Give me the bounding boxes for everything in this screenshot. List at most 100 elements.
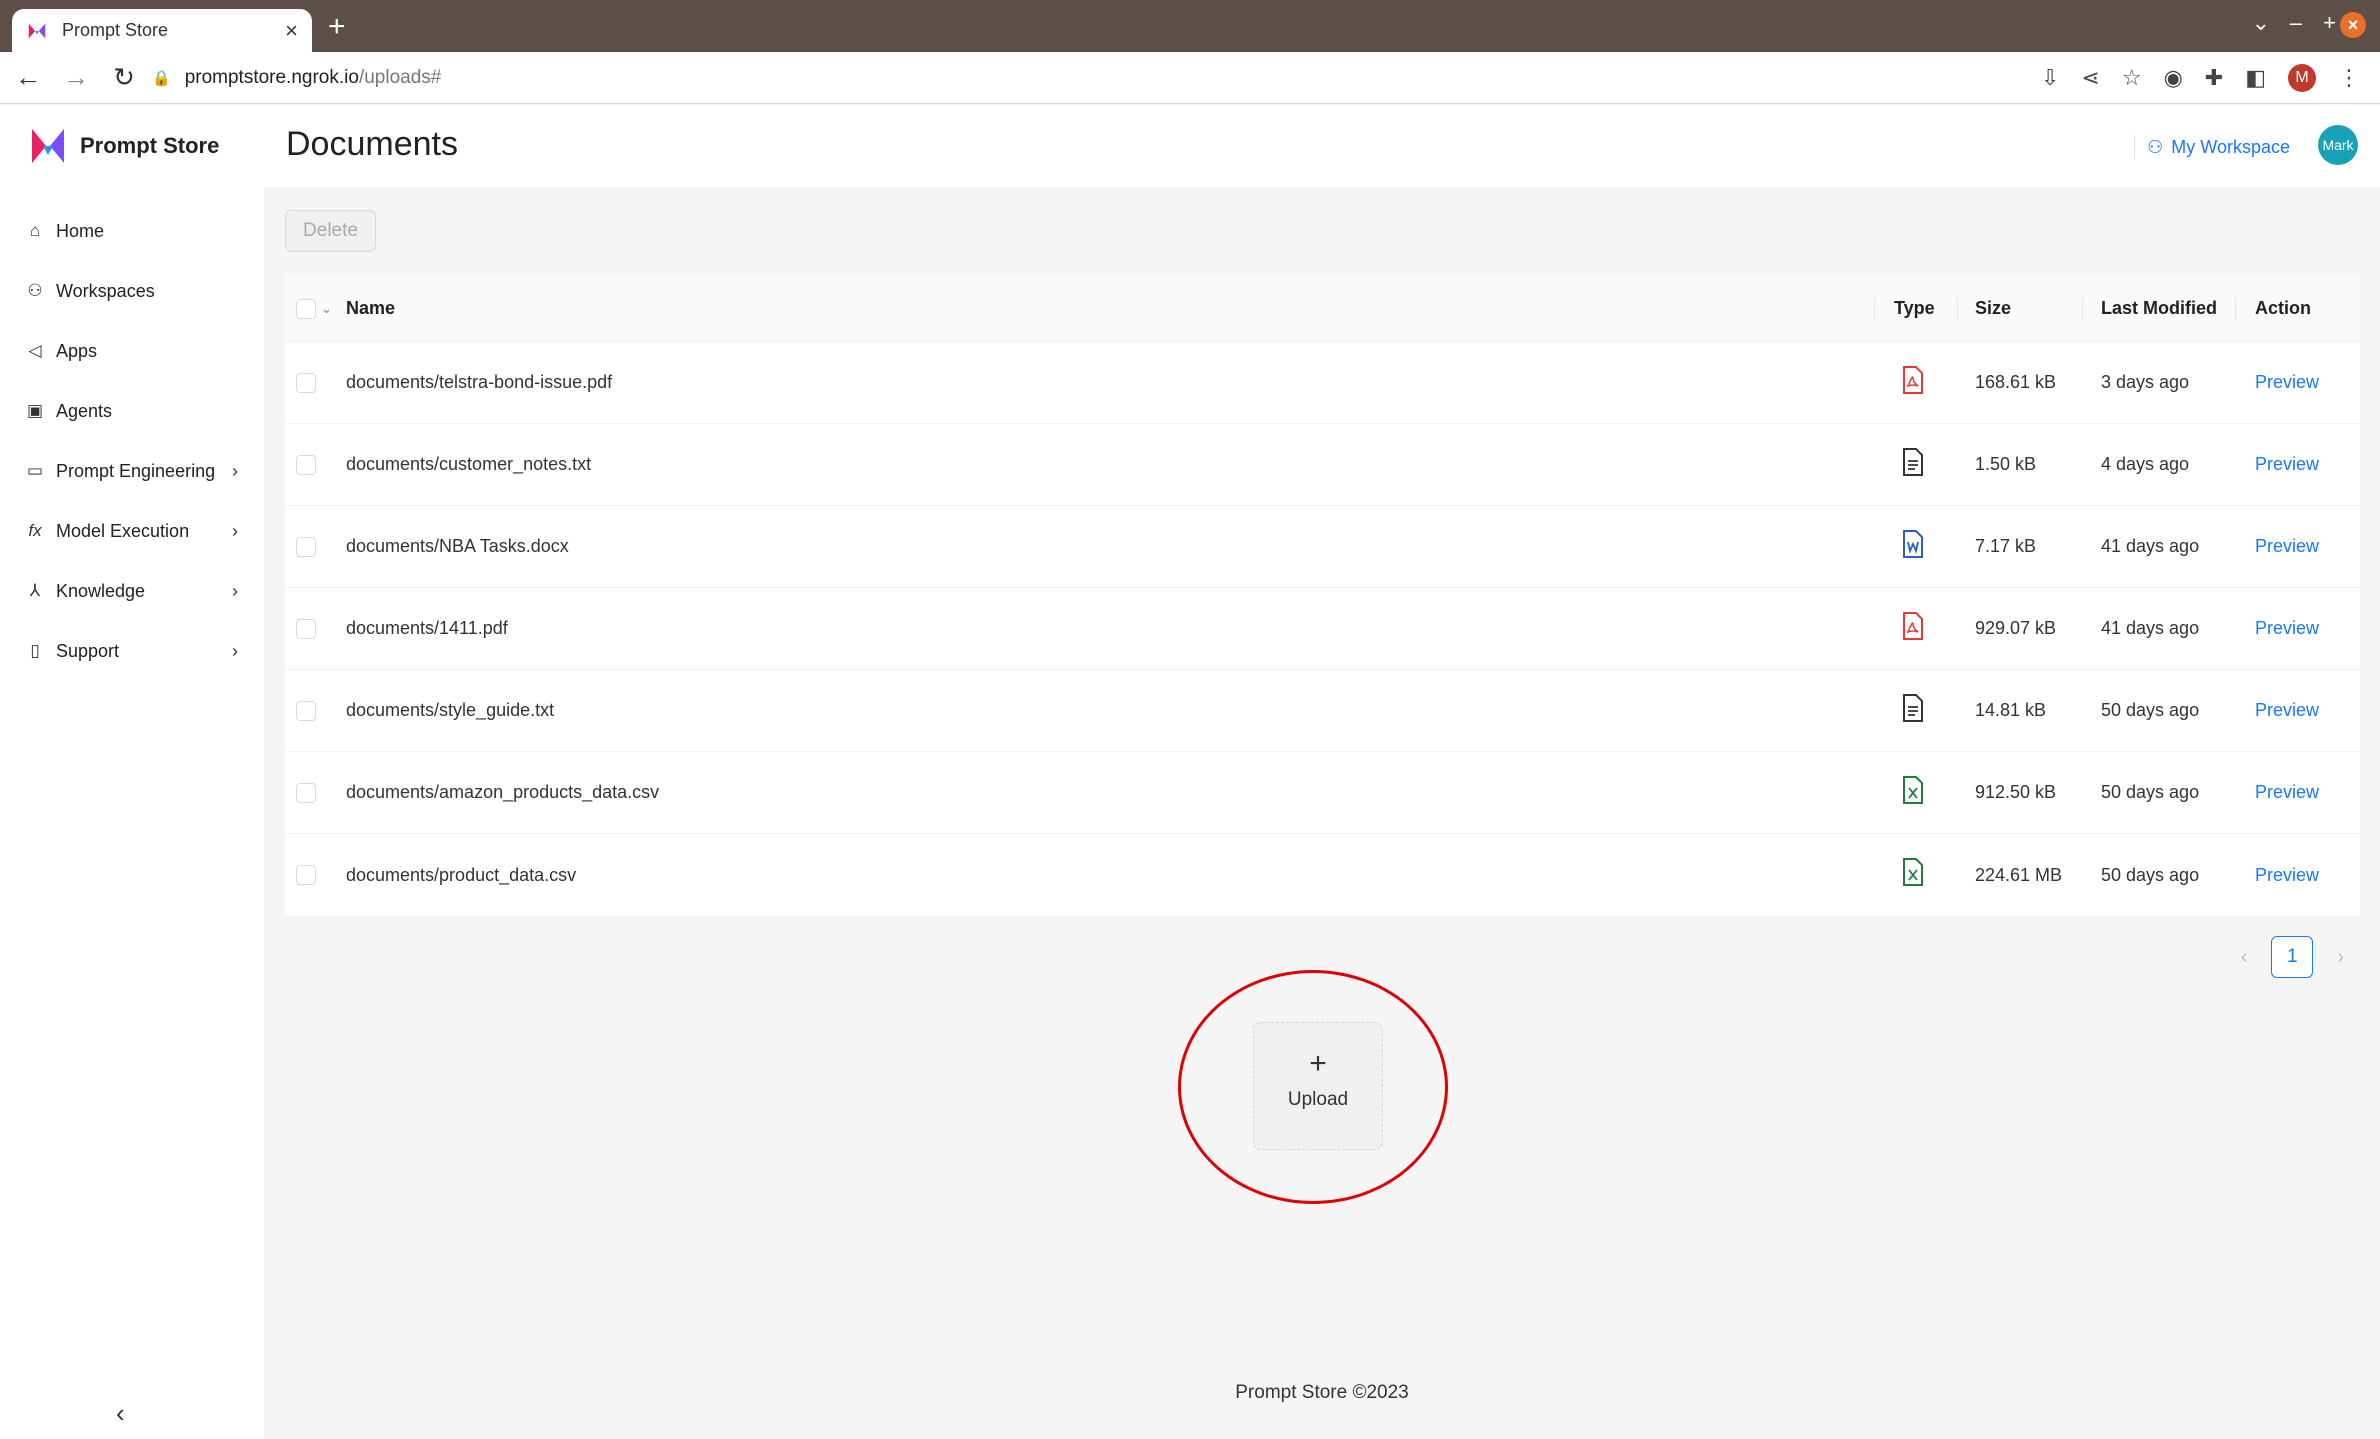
brand[interactable]: Prompt Store [30,125,219,167]
page-number-button[interactable]: 1 [2271,936,2314,978]
chevron-right-icon: › [232,640,238,661]
prompt-store-favicon-icon [28,23,46,38]
sidebar-item-label: Workspaces [56,280,155,301]
delete-button[interactable]: Delete [285,210,376,252]
column-header-name[interactable]: Name [346,298,395,319]
table-row: documents/product_data.csv 224.61 MB 50 … [285,834,2360,916]
next-page-icon[interactable]: › [2337,946,2344,969]
forward-icon[interactable]: → [56,62,96,93]
sidebar-item-label: Home [56,220,105,241]
file-modified: 4 days ago [2101,454,2190,474]
excel-file-icon [1903,858,1923,886]
sidebar-item-label: Agents [56,400,113,421]
preview-link[interactable]: Preview [2255,865,2319,886]
table-header-row: ⌄ Name Type Size Last Modified Action [285,276,2360,342]
sidebar-item-label: Knowledge [56,580,146,601]
table-row: documents/NBA Tasks.docx 7.17 kB 41 days… [285,506,2360,588]
address-bar[interactable]: 🔒 promptstore.ngrok.io/uploads# [138,60,1988,96]
tab-search-icon[interactable]: ⌄ [2252,10,2270,36]
sidebar-item-knowledge[interactable]: ⅄ Knowledge › [0,561,264,621]
prompt-store-logo-icon [32,129,64,163]
file-modified: 41 days ago [2101,618,2200,638]
file-modified: 41 days ago [2101,536,2200,556]
row-checkbox[interactable] [296,865,316,885]
table-row: documents/telstra-bond-issue.pdf 168.61 … [285,342,2360,424]
file-name: documents/style_guide.txt [346,700,555,720]
preview-link[interactable]: Preview [2255,454,2319,475]
preview-link[interactable]: Preview [2255,372,2319,393]
word-file-icon [1903,530,1923,558]
tab-close-icon[interactable]: × [285,18,298,44]
row-checkbox[interactable] [296,618,316,639]
workspace-selector[interactable]: ⚇ My Workspace [2134,135,2290,159]
chevron-right-icon: › [232,580,238,601]
bookmark-star-icon[interactable]: ☆ [2122,65,2142,91]
brand-name: Prompt Store [80,133,220,158]
file-modified: 50 days ago [2101,864,2200,885]
puzzle-icon[interactable]: ✚ [2205,65,2223,91]
share-icon[interactable]: ⋖ [2081,65,2099,91]
table-row: documents/1411.pdf 929.07 kB 41 days ago… [285,588,2360,670]
row-checkbox[interactable] [296,536,316,557]
sidebar-item-agents[interactable]: ▣ Agents [0,381,264,441]
book-icon: ▯ [30,641,40,660]
url-path: /uploads# [358,67,442,88]
sidebar-item-apps[interactable]: ◁ Apps [0,321,264,381]
row-checkbox[interactable] [296,454,316,475]
menu-kebab-icon[interactable]: ⋮ [2338,65,2360,91]
sidebar-item-model-execution[interactable]: fx Model Execution › [0,501,264,561]
sidebar-item-label: Prompt Engineering [56,460,216,481]
pagination: ‹ 1 › [2241,936,2344,978]
minimize-icon[interactable]: – [2290,10,2302,36]
new-tab-icon[interactable]: + [328,12,346,42]
row-checkbox[interactable] [296,700,316,721]
file-size: 929.07 kB [1975,618,2057,638]
chevron-right-icon: › [232,520,238,541]
preview-link[interactable]: Preview [2255,536,2319,557]
row-checkbox[interactable] [296,782,316,803]
user-avatar[interactable]: Mark [2318,125,2358,165]
column-header-type[interactable]: Type [1894,298,1935,319]
agents-icon: ▣ [26,401,44,420]
preview-link[interactable]: Preview [2255,700,2319,721]
back-icon[interactable]: ← [8,62,48,93]
network-icon: ⅄ [29,581,41,600]
excel-file-icon [1903,776,1923,804]
function-icon: fx [28,521,42,540]
column-divider [1874,298,1875,320]
sidebar-item-label: Support [56,640,120,661]
window-close-icon[interactable]: × [2340,12,2366,38]
page-title: Documents [286,125,458,163]
side-panel-icon[interactable]: ◧ [2245,65,2266,91]
column-divider [2082,298,2083,320]
preview-link[interactable]: Preview [2255,618,2319,639]
prev-page-icon[interactable]: ‹ [2241,946,2248,969]
sidebar-item-workspaces[interactable]: ⚇ Workspaces [0,261,264,321]
file-name: documents/telstra-bond-issue.pdf [346,372,613,392]
select-all-checkbox[interactable] [296,298,316,319]
table-row: documents/amazon_products_data.csv 912.5… [285,752,2360,834]
sidebar-item-prompt-engineering[interactable]: ▭ Prompt Engineering › [0,441,264,501]
browser-tab[interactable]: Prompt Store × [12,9,312,52]
lock-icon: 🔒 [152,70,171,87]
file-name: documents/customer_notes.txt [346,454,592,474]
documents-table: ⌄ Name Type Size Last Modified Action do… [285,276,2360,916]
browser-toolbar: ← → ↻ 🔒 promptstore.ngrok.io/uploads# ⇩ … [0,52,2380,104]
preview-link[interactable]: Preview [2255,782,2319,803]
file-name: documents/amazon_products_data.csv [346,782,660,802]
collapse-sidebar-icon[interactable]: ‹ [116,1398,125,1429]
row-checkbox[interactable] [296,372,316,393]
maximize-icon[interactable]: + [2323,10,2336,36]
selection-dropdown-icon[interactable]: ⌄ [321,301,332,317]
column-header-size[interactable]: Size [1975,298,2011,319]
sidebar-item-support[interactable]: ▯ Support › [0,621,264,681]
profile-avatar[interactable]: M [2288,64,2316,92]
file-modified: 50 days ago [2101,700,2200,720]
column-header-last-modified[interactable]: Last Modified [2101,298,2217,319]
annotation-circle [1178,970,1448,1204]
column-divider [1957,298,1958,320]
install-icon[interactable]: ⇩ [2041,65,2059,91]
pdf-file-icon [1903,612,1923,640]
sidebar-item-home[interactable]: ⌂ Home [0,201,264,261]
extension-icon[interactable]: ◉ [2164,65,2183,91]
